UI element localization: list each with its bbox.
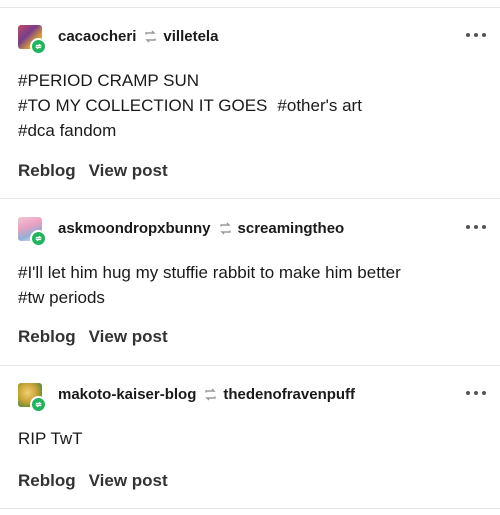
tag[interactable]: #other's art bbox=[277, 96, 362, 115]
view-post-button[interactable]: View post bbox=[89, 161, 168, 180]
view-post-button[interactable]: View post bbox=[89, 327, 168, 346]
divider bbox=[0, 7, 500, 8]
tag[interactable]: #I'll let him hug my stuffie rabbit to m… bbox=[18, 263, 401, 282]
post-author[interactable]: cacaocheri bbox=[58, 28, 136, 45]
follow-badge-icon[interactable] bbox=[30, 396, 47, 413]
more-options-icon[interactable] bbox=[466, 385, 486, 401]
avatar[interactable] bbox=[18, 217, 47, 247]
more-options-icon[interactable] bbox=[466, 219, 486, 235]
tag[interactable]: #PERIOD CRAMP SUN bbox=[18, 71, 199, 90]
reblog-icon bbox=[218, 222, 233, 235]
reblog-source[interactable]: thedenofravenpuff bbox=[223, 386, 355, 403]
reblog-source[interactable]: villetela bbox=[163, 28, 218, 45]
follow-badge-icon[interactable] bbox=[30, 38, 47, 55]
reblog-button[interactable]: Reblog bbox=[18, 471, 76, 490]
post-tags: #I'll let him hug my stuffie rabbit to m… bbox=[18, 260, 401, 310]
avatar[interactable] bbox=[18, 25, 47, 55]
reblog-icon bbox=[143, 30, 158, 43]
post-author[interactable]: askmoondropxbunny bbox=[58, 220, 211, 237]
reblog-icon bbox=[203, 388, 218, 401]
tag[interactable]: #TO MY COLLECTION IT GOES bbox=[18, 96, 267, 115]
tag[interactable]: #tw periods bbox=[18, 288, 105, 307]
divider bbox=[0, 508, 500, 509]
view-post-button[interactable]: View post bbox=[89, 471, 168, 490]
reblog-button[interactable]: Reblog bbox=[18, 161, 76, 180]
post-body: RIP TwT bbox=[18, 429, 83, 448]
tag[interactable]: #dca fandom bbox=[18, 121, 116, 140]
avatar[interactable] bbox=[18, 383, 47, 413]
post-author[interactable]: makoto-kaiser-blog bbox=[58, 386, 196, 403]
follow-badge-icon[interactable] bbox=[30, 230, 47, 247]
reblog-source[interactable]: screamingtheo bbox=[238, 220, 345, 237]
more-options-icon[interactable] bbox=[466, 27, 486, 43]
reblog-button[interactable]: Reblog bbox=[18, 327, 76, 346]
divider bbox=[0, 198, 500, 199]
post-tags: #PERIOD CRAMP SUN #TO MY COLLECTION IT G… bbox=[18, 68, 362, 143]
divider bbox=[0, 365, 500, 366]
